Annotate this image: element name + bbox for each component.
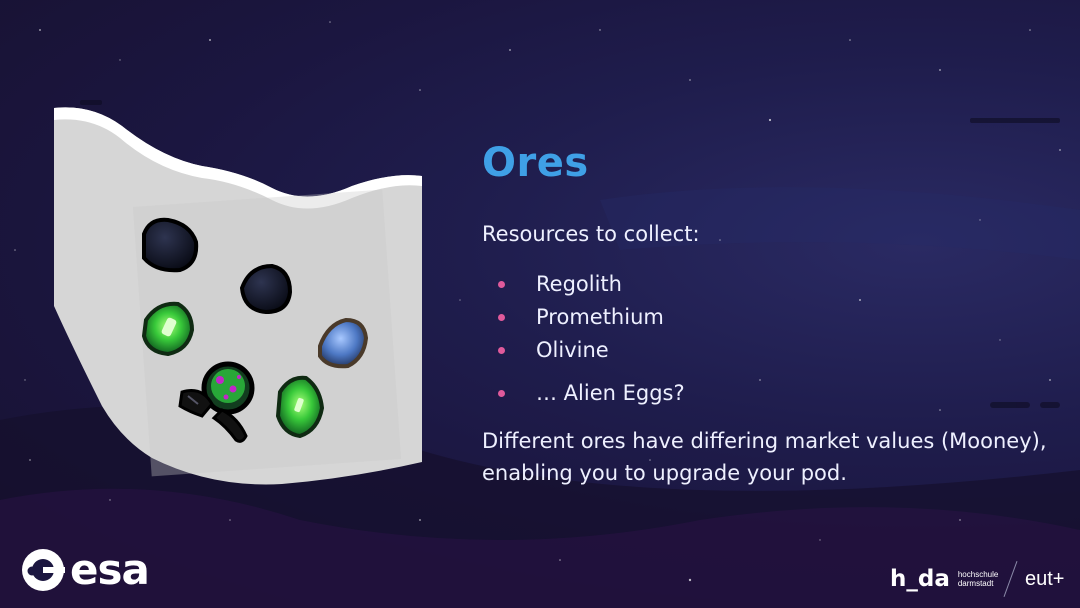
hda-logo: h_da hochschule darmstadt (890, 566, 998, 592)
hda-subtitle-line2: darmstadt (957, 579, 994, 588)
hda-wordmark: h_da (890, 566, 950, 592)
esa-emblem-icon (22, 548, 65, 591)
ore-label: Promethium (536, 305, 664, 329)
hda-subtitle: hochschule darmstadt (958, 570, 998, 588)
intro-text: Resources to collect: (482, 222, 700, 246)
list-item: Promethium (498, 301, 685, 334)
ore-collection-image (54, 107, 422, 485)
bullet-icon (498, 281, 505, 288)
esa-logo: esa (20, 545, 150, 594)
description-text: Different ores have differing market val… (482, 429, 1047, 485)
hda-subtitle-line1: hochschule (957, 570, 999, 579)
list-item: Olivine (498, 334, 685, 367)
slide-title: Ores (482, 140, 589, 186)
list-item: Regolith (498, 268, 685, 301)
list-item: … Alien Eggs? (498, 377, 685, 410)
ore-label: Olivine (536, 338, 609, 362)
ore-label: … Alien Eggs? (536, 381, 685, 405)
eut-logo: eut+ (1025, 568, 1065, 590)
bullet-icon (498, 314, 505, 321)
ore-label: Regolith (536, 272, 622, 296)
ore-list: Regolith Promethium Olivine … Alien Eggs… (498, 268, 685, 410)
bullet-icon (498, 347, 505, 354)
bullet-icon (498, 390, 505, 397)
esa-wordmark: esa (70, 545, 150, 594)
